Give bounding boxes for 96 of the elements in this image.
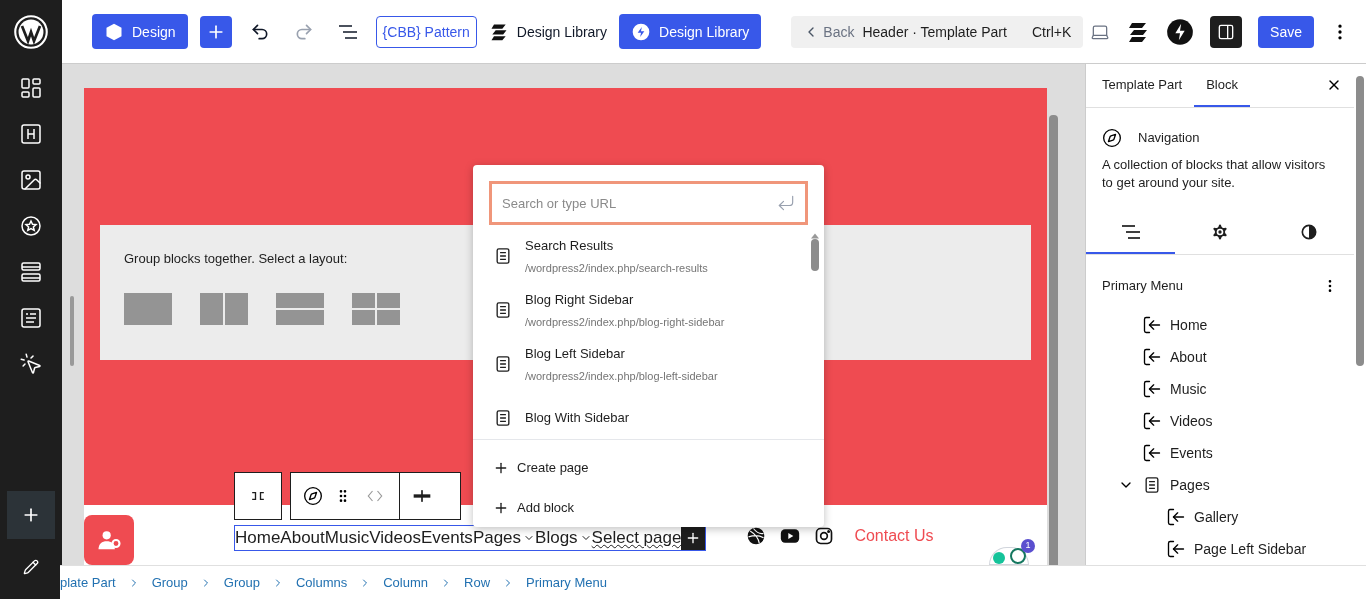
plus-icon [493,460,509,476]
placeholder-instructions: Group blocks together. Select a layout: [124,250,348,268]
enter-icon[interactable] [776,193,796,213]
navigation-icon[interactable] [303,486,323,506]
nav-link[interactable]: Pages [472,525,536,551]
save-button[interactable]: Save [1258,15,1314,48]
breadcrumb-link[interactable]: Group [223,572,260,593]
menu-tree-item[interactable]: Page Left Sidebar [1194,539,1307,559]
search-result-item[interactable]: Blog With Sidebar [473,391,804,431]
patterns-icon[interactable] [19,76,43,100]
scroll-up-arrow-icon[interactable] [811,233,819,239]
menu-tree-item[interactable]: Events [1170,443,1213,463]
custom-link-icon [1142,411,1162,431]
bolt-circle-icon [631,21,652,42]
nav-link[interactable]: Blogs [535,525,592,551]
search-result-item[interactable]: Blog Left Sidebar /wordpress2/index.php/blog-left-sidebar [473,337,804,391]
grammarly-widget[interactable] [989,547,1029,565]
nav-link[interactable]: About [280,525,325,551]
heading-block-icon[interactable] [19,122,43,146]
add-block-button[interactable] [199,15,232,48]
menu-tree-item[interactable]: Gallery [1194,507,1239,527]
block-description: A collection of blocks that allow visitors to get around your site. [1102,155,1327,192]
settings-icon [1210,222,1230,243]
custom-link-icon [1142,443,1162,463]
popover-action[interactable]: Add block [473,488,824,528]
result-url: /wordpress2/index.php/blog-right-sidebar [525,314,725,330]
breadcrumb-link[interactable]: Column [383,572,429,593]
navigation-icon [1102,127,1122,148]
menu-tree-item[interactable]: Pages [1170,475,1210,495]
breadcrumb-link[interactable]: Columns [295,572,348,593]
contact-link[interactable]: Contact Us [854,524,934,548]
transform-button[interactable] [234,472,282,520]
design-library-button[interactable]: Design Library [488,15,608,48]
menu-title: Primary Menu [1102,277,1183,296]
pattern-button[interactable]: {CBB} Pattern [375,15,477,48]
text-box-icon[interactable] [19,306,43,330]
edit-icon[interactable] [23,559,39,575]
sidebar-tab[interactable]: Template Part [1090,64,1195,107]
wordpress-logo[interactable] [13,14,49,50]
add-button[interactable] [7,491,55,539]
breadcrumb-link[interactable]: Primary Menu [526,572,607,593]
columns-layout-icon[interactable] [200,292,248,325]
breadcrumb-link[interactable]: Row [464,572,491,593]
menu-tree-item[interactable]: About [1170,347,1207,367]
rows-layout-icon[interactable] [276,292,324,325]
hexagon-logo-icon [104,21,124,42]
search-result-item[interactable]: Blog Right Sidebar /wordpress2/index.php/blog-right-sidebar [473,283,804,337]
scrollbar-thumb[interactable] [811,239,819,271]
back-link[interactable]: Back [823,21,855,42]
custom-link-icon [1166,507,1186,527]
settings-panel-button[interactable] [1210,15,1243,48]
result-title: Blog With Sidebar [525,409,630,428]
design-button[interactable]: Design [92,14,188,49]
sidebar-tab[interactable]: Block [1194,64,1250,107]
nav-link[interactable]: Music [324,525,370,551]
design-library-button[interactable]: Design Library [619,14,762,49]
dribbble-icon[interactable] [746,526,767,546]
add-menu-item-button[interactable] [681,526,706,550]
custom-link-icon [1142,315,1162,335]
star-badge-icon[interactable] [19,214,43,238]
nav-link-placeholder[interactable]: Select page [591,525,682,551]
bolt-circle-icon[interactable] [1166,17,1195,46]
nav-link[interactable]: Videos [369,525,421,551]
menu-tree-item[interactable]: Videos [1170,411,1213,431]
result-url: /wordpress2/index.php/blog-left-sidebar [525,368,718,384]
menu-tree-item[interactable]: Music [1170,379,1207,399]
url-search-field[interactable]: Search or type URL [489,181,808,225]
result-title: Search Results [525,237,615,255]
result-url: /wordpress2/index.php/search-results [525,260,708,276]
command-bar[interactable]: Back Header · Template Part Ctrl+K [791,15,1084,48]
result-title: Blog Right Sidebar [525,291,635,309]
search-result-item[interactable]: Search Results /wordpress2/index.php/search-results [473,229,804,283]
scrollbar[interactable] [1049,115,1058,565]
undo-icon [249,21,270,42]
pointer-click-icon[interactable] [19,352,43,376]
document-title: Header · Template Part [862,22,1007,42]
custom-link-icon [1142,379,1162,399]
single-layout-icon[interactable] [124,292,172,325]
resize-handle[interactable] [70,296,74,366]
breadcrumb-link[interactable]: plate Part [60,572,116,593]
breadcrumb-link[interactable]: Group [151,572,188,593]
grid-layout-icon[interactable] [352,292,400,325]
custom-link-icon [1166,539,1186,559]
menu-tree-item[interactable]: Home [1170,315,1208,335]
nav-link[interactable]: Events [420,525,473,551]
nav-link[interactable]: Home [235,525,281,551]
keyboard-shortcut: Ctrl+K [1032,22,1072,42]
result-title: Blog Left Sidebar [525,345,626,363]
instagram-icon[interactable] [814,526,835,546]
notification-count: 1 [1021,539,1035,553]
media-icon[interactable] [19,168,43,192]
popover-action[interactable]: Create page [473,448,824,488]
rows-icon[interactable] [19,260,43,284]
plus-icon [493,500,509,516]
custom-link-icon [1142,347,1162,367]
block-name: Navigation [1138,128,1200,147]
